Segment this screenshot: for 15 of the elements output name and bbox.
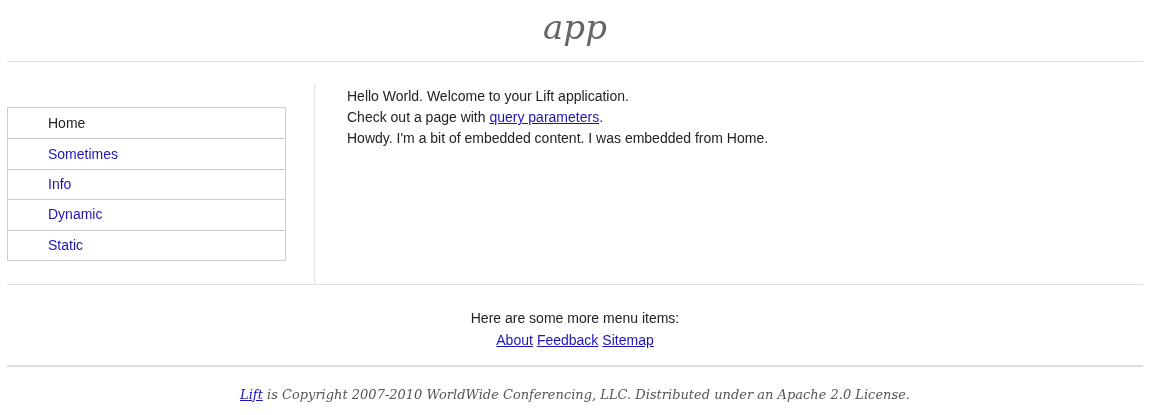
copyright-text: Lift is Copyright 2007-2010 WorldWide Conferencing, LLC. Distributed under an Apache 2.0 License. xyxy=(240,386,910,404)
sidebar-item[interactable]: Info xyxy=(48,173,72,195)
footer-menu-link[interactable]: Sitemap xyxy=(602,329,654,351)
sidebar-item[interactable]: Sometimes xyxy=(48,143,119,165)
sidebar-item[interactable]: Static xyxy=(48,234,83,256)
content-text: Check out a page with query parameters. xyxy=(347,108,605,127)
site-title: app xyxy=(543,9,607,44)
footer-menu-link[interactable]: Feedback xyxy=(536,329,599,351)
more-menu-heading: Here are some more menu items: xyxy=(470,309,680,328)
content-text: Howdy. I'm a bit of embedded content. I was embedded from Home. xyxy=(347,129,769,148)
lift-link[interactable]: Lift xyxy=(240,387,263,402)
sidebar-item[interactable]: Home xyxy=(48,112,86,134)
sidebar-item[interactable]: Dynamic xyxy=(48,204,103,226)
footer-menu-link[interactable]: About xyxy=(496,329,533,351)
content-text: Hello World. Welcome to your Lift application. xyxy=(347,87,630,106)
